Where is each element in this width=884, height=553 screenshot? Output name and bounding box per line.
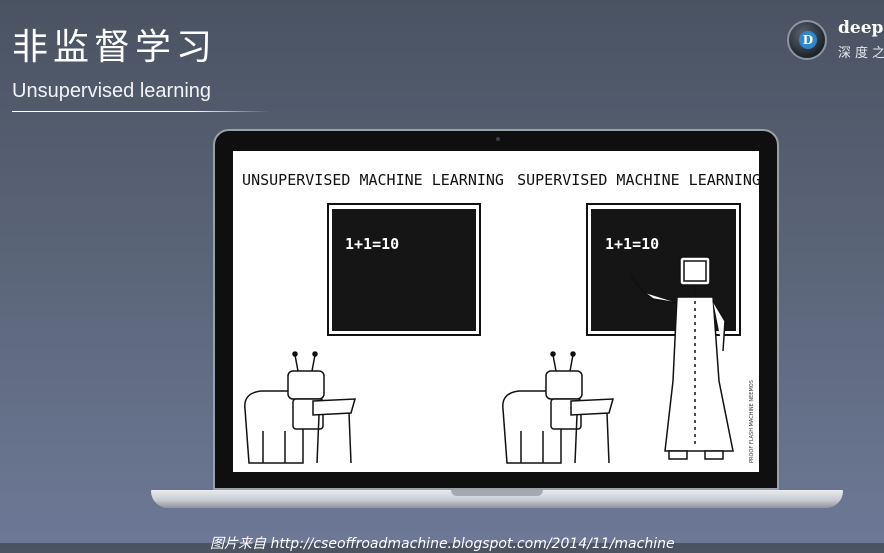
brand-logo: D deep 深度之 xyxy=(787,16,884,76)
subtitle-underline xyxy=(12,111,270,112)
supervised-heading: SUPERVISED MACHINE LEARNING xyxy=(517,171,759,189)
logo-letter: D xyxy=(799,31,817,49)
right-board-equation: 1+1=10 xyxy=(605,235,659,253)
laptop-base xyxy=(151,490,843,508)
laptop-notch xyxy=(451,490,543,496)
logo-name: deep xyxy=(838,18,884,38)
cartoon-illustration: UNSUPERVISED MACHINE LEARNING SUPERVISED… xyxy=(242,171,759,464)
left-blackboard: 1+1=10 xyxy=(327,203,481,336)
right-robot-student xyxy=(502,351,615,464)
laptop-lid: UNSUPERVISED MACHINE LEARNING SUPERVISED… xyxy=(213,129,779,490)
camera-icon xyxy=(496,137,500,141)
laptop-screen: UNSUPERVISED MACHINE LEARNING SUPERVISED… xyxy=(233,151,759,472)
slide-subtitle: Unsupervised learning xyxy=(12,80,212,102)
left-board-equation: 1+1=10 xyxy=(345,235,399,253)
logo-circle-icon: D xyxy=(787,20,827,60)
left-robot-student xyxy=(244,351,357,464)
logo-chinese-name: 深度之 xyxy=(838,46,884,61)
cartoon-credit: PROOF FLASH MACHINE NEEMOS xyxy=(749,380,755,463)
image-source-caption: 图片来自 http://cseoffroadmachine.blogspot.c… xyxy=(210,536,675,552)
unsupervised-heading: UNSUPERVISED MACHINE LEARNING xyxy=(242,171,504,189)
slide-title: 非监督学习 xyxy=(12,27,218,68)
